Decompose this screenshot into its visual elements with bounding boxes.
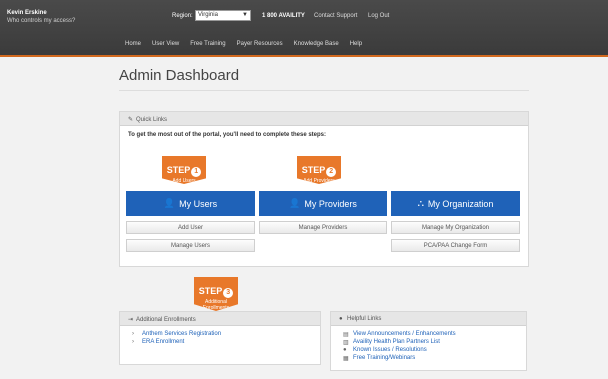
nav-help[interactable]: Help — [350, 41, 362, 47]
nav-home[interactable]: Home — [125, 41, 141, 47]
region-value: Virginia — [198, 12, 218, 18]
region-select[interactable]: Virginia ▼ — [195, 10, 251, 21]
step-1-badge: STEP 1 Add Users — [162, 156, 206, 184]
chevron-right-icon: › — [132, 331, 134, 337]
nav-free-training[interactable]: Free Training — [190, 41, 225, 47]
document-icon: ▥ — [343, 339, 349, 346]
step-number: 2 — [326, 167, 337, 177]
manage-organization-button[interactable]: Manage My Organization — [391, 221, 520, 234]
additional-enrollments-header: ⇥ Additional Enrollments — [120, 312, 320, 326]
list-item[interactable]: ▥ Availity Health Plan Partners List — [343, 338, 514, 346]
nav-payer-resources[interactable]: Payer Resources — [237, 41, 283, 47]
list-item[interactable]: ● Known Issues / Resolutions — [343, 346, 514, 354]
page-title: Admin Dashboard — [119, 67, 240, 84]
pca-paa-change-form-button[interactable]: PCA/PAA Change Form — [391, 239, 520, 252]
divider — [119, 90, 529, 91]
user-name: Kevin Erskine — [7, 10, 47, 16]
step-word: STEP — [166, 165, 191, 175]
quick-links-instruction: To get the most out of the portal, you'l… — [128, 132, 326, 138]
quick-links-header: ✎ Quick Links — [120, 112, 528, 126]
provider-icon: 👤 — [289, 198, 301, 208]
step-3-badge: STEP 3 Additional Enrollments — [194, 277, 238, 311]
step-word: STEP — [198, 286, 223, 296]
additional-enrollments-panel: ⇥ Additional Enrollments › Anthem Services… — [119, 311, 321, 365]
dropdown-arrow-icon: ▼ — [242, 12, 248, 18]
manage-providers-button[interactable]: Manage Providers — [259, 221, 387, 234]
organization-icon: ⛬ — [417, 198, 424, 208]
main-nav: Home User View Free Training Payer Resou… — [125, 41, 362, 47]
list-item[interactable]: ▦ Free Training/Webinars — [343, 354, 514, 362]
top-header: Kevin Erskine Who controls my access? Re… — [0, 0, 608, 55]
step-2-badge: STEP 2 Add Providers — [297, 156, 341, 184]
additional-enrollments-title: Additional Enrollments — [136, 317, 196, 323]
access-link[interactable]: Who controls my access? — [7, 18, 75, 24]
my-organization-button[interactable]: ⛬ My Organization — [391, 191, 520, 216]
helpful-links-list: ▤ View Announcements / Enhancements ▥ Avai… — [331, 326, 526, 366]
step-number: 1 — [191, 167, 202, 177]
calendar-icon: ▤ — [343, 331, 349, 338]
list-item[interactable]: ▤ View Announcements / Enhancements — [343, 330, 514, 338]
list-item[interactable]: › Anthem Services Registration — [132, 330, 308, 338]
info-icon: ● — [343, 347, 347, 353]
chevron-right-icon: › — [132, 339, 134, 345]
helpful-links-header: ● Helpful Links — [331, 312, 526, 326]
quick-links-title: Quick Links — [136, 117, 168, 123]
list-item[interactable]: › ERA Enrollment — [132, 338, 308, 346]
phone-number: 1 800 AVAILITY — [262, 13, 305, 19]
partners-list-link[interactable]: Availity Health Plan Partners List — [353, 339, 440, 345]
contact-support-link[interactable]: Contact Support — [314, 13, 357, 19]
enrollments-list: › Anthem Services Registration › ERA Enrol… — [120, 326, 320, 350]
step-number: 3 — [223, 288, 234, 298]
my-providers-button[interactable]: 👤 My Providers — [259, 191, 387, 216]
add-user-button[interactable]: Add User — [126, 221, 255, 234]
manage-users-button[interactable]: Manage Users — [126, 239, 255, 252]
anthem-registration-link[interactable]: Anthem Services Registration — [142, 331, 221, 337]
nav-user-view[interactable]: User View — [152, 41, 179, 47]
helpful-links-title: Helpful Links — [347, 316, 382, 322]
region-label: Region: — [172, 13, 193, 19]
my-users-label: My Users — [179, 198, 218, 209]
announcements-link[interactable]: View Announcements / Enhancements — [353, 331, 456, 337]
known-issues-link[interactable]: Known Issues / Resolutions — [353, 347, 427, 353]
header-accent — [0, 55, 608, 57]
step-word: STEP — [301, 165, 326, 175]
my-organization-label: My Organization — [427, 198, 494, 209]
user-icon: 👤 — [163, 198, 176, 208]
free-training-link[interactable]: Free Training/Webinars — [353, 355, 415, 361]
my-users-button[interactable]: 👤 My Users — [126, 191, 255, 216]
logout-link[interactable]: Log Out — [368, 13, 389, 19]
enroll-icon: ⇥ — [128, 317, 134, 323]
helpful-links-panel: ● Helpful Links ▤ View Announcements / Enh… — [330, 311, 527, 371]
nav-knowledge-base[interactable]: Knowledge Base — [294, 41, 339, 47]
my-providers-label: My Providers — [304, 198, 357, 209]
question-icon: ● — [339, 316, 343, 322]
book-icon: ▦ — [343, 355, 349, 362]
wrench-icon: ✎ — [128, 117, 134, 123]
era-enrollment-link[interactable]: ERA Enrollment — [142, 339, 184, 345]
